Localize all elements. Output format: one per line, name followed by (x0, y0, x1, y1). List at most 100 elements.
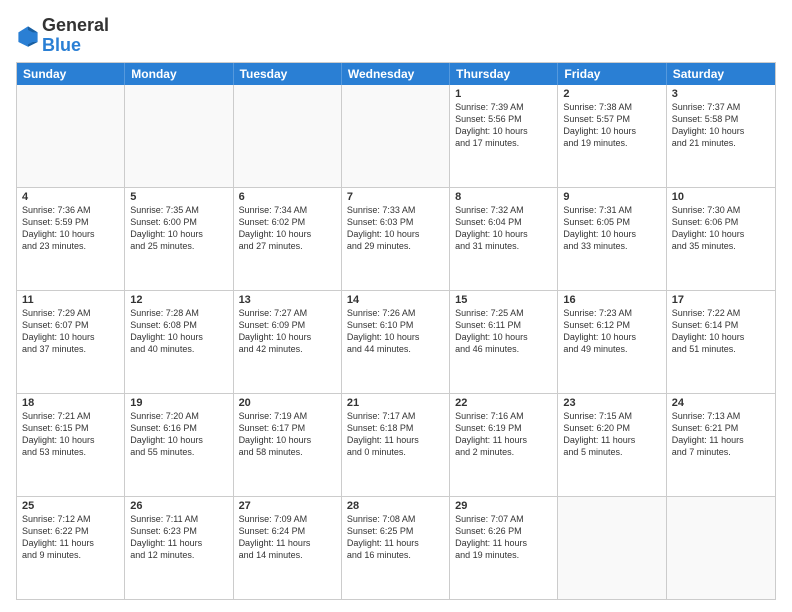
cell-info: Sunrise: 7:09 AM Sunset: 6:24 PM Dayligh… (239, 513, 336, 562)
day-number: 5 (130, 191, 227, 203)
calendar-row-1: 4Sunrise: 7:36 AM Sunset: 5:59 PM Daylig… (17, 188, 775, 291)
day-number: 8 (455, 191, 552, 203)
cell-info: Sunrise: 7:31 AM Sunset: 6:05 PM Dayligh… (563, 204, 660, 253)
cell-info: Sunrise: 7:21 AM Sunset: 6:15 PM Dayligh… (22, 410, 119, 459)
cell-info: Sunrise: 7:26 AM Sunset: 6:10 PM Dayligh… (347, 307, 444, 356)
calendar-row-3: 18Sunrise: 7:21 AM Sunset: 6:15 PM Dayli… (17, 394, 775, 497)
logo: General Blue (16, 16, 109, 56)
cell-info: Sunrise: 7:07 AM Sunset: 6:26 PM Dayligh… (455, 513, 552, 562)
cell-info: Sunrise: 7:37 AM Sunset: 5:58 PM Dayligh… (672, 101, 770, 150)
day-number: 4 (22, 191, 119, 203)
calendar-row-2: 11Sunrise: 7:29 AM Sunset: 6:07 PM Dayli… (17, 291, 775, 394)
cell-info: Sunrise: 7:16 AM Sunset: 6:19 PM Dayligh… (455, 410, 552, 459)
calendar: SundayMondayTuesdayWednesdayThursdayFrid… (16, 62, 776, 600)
calendar-cell: 14Sunrise: 7:26 AM Sunset: 6:10 PM Dayli… (342, 291, 450, 393)
cell-info: Sunrise: 7:32 AM Sunset: 6:04 PM Dayligh… (455, 204, 552, 253)
calendar-cell: 6Sunrise: 7:34 AM Sunset: 6:02 PM Daylig… (234, 188, 342, 290)
calendar-row-4: 25Sunrise: 7:12 AM Sunset: 6:22 PM Dayli… (17, 497, 775, 599)
day-number: 22 (455, 397, 552, 409)
day-number: 10 (672, 191, 770, 203)
day-number: 12 (130, 294, 227, 306)
calendar-cell: 16Sunrise: 7:23 AM Sunset: 6:12 PM Dayli… (558, 291, 666, 393)
cell-info: Sunrise: 7:19 AM Sunset: 6:17 PM Dayligh… (239, 410, 336, 459)
day-header-tuesday: Tuesday (234, 63, 342, 85)
day-number: 6 (239, 191, 336, 203)
calendar-cell: 12Sunrise: 7:28 AM Sunset: 6:08 PM Dayli… (125, 291, 233, 393)
day-number: 29 (455, 500, 552, 512)
cell-info: Sunrise: 7:39 AM Sunset: 5:56 PM Dayligh… (455, 101, 552, 150)
calendar-cell: 8Sunrise: 7:32 AM Sunset: 6:04 PM Daylig… (450, 188, 558, 290)
logo-icon (16, 24, 40, 48)
calendar-cell: 21Sunrise: 7:17 AM Sunset: 6:18 PM Dayli… (342, 394, 450, 496)
cell-info: Sunrise: 7:29 AM Sunset: 6:07 PM Dayligh… (22, 307, 119, 356)
day-number: 1 (455, 88, 552, 100)
calendar-cell (667, 497, 775, 599)
header: General Blue (16, 12, 776, 56)
day-number: 7 (347, 191, 444, 203)
cell-info: Sunrise: 7:30 AM Sunset: 6:06 PM Dayligh… (672, 204, 770, 253)
cell-info: Sunrise: 7:27 AM Sunset: 6:09 PM Dayligh… (239, 307, 336, 356)
cell-info: Sunrise: 7:25 AM Sunset: 6:11 PM Dayligh… (455, 307, 552, 356)
day-number: 16 (563, 294, 660, 306)
calendar-cell: 23Sunrise: 7:15 AM Sunset: 6:20 PM Dayli… (558, 394, 666, 496)
day-number: 27 (239, 500, 336, 512)
calendar-cell: 7Sunrise: 7:33 AM Sunset: 6:03 PM Daylig… (342, 188, 450, 290)
cell-info: Sunrise: 7:36 AM Sunset: 5:59 PM Dayligh… (22, 204, 119, 253)
day-header-monday: Monday (125, 63, 233, 85)
cell-info: Sunrise: 7:35 AM Sunset: 6:00 PM Dayligh… (130, 204, 227, 253)
day-number: 3 (672, 88, 770, 100)
day-number: 11 (22, 294, 119, 306)
calendar-cell: 15Sunrise: 7:25 AM Sunset: 6:11 PM Dayli… (450, 291, 558, 393)
logo-text: General Blue (42, 16, 109, 56)
cell-info: Sunrise: 7:17 AM Sunset: 6:18 PM Dayligh… (347, 410, 444, 459)
day-number: 17 (672, 294, 770, 306)
day-header-wednesday: Wednesday (342, 63, 450, 85)
calendar-cell (234, 85, 342, 187)
calendar-cell: 25Sunrise: 7:12 AM Sunset: 6:22 PM Dayli… (17, 497, 125, 599)
cell-info: Sunrise: 7:12 AM Sunset: 6:22 PM Dayligh… (22, 513, 119, 562)
cell-info: Sunrise: 7:08 AM Sunset: 6:25 PM Dayligh… (347, 513, 444, 562)
calendar-cell (558, 497, 666, 599)
calendar-cell: 28Sunrise: 7:08 AM Sunset: 6:25 PM Dayli… (342, 497, 450, 599)
cell-info: Sunrise: 7:34 AM Sunset: 6:02 PM Dayligh… (239, 204, 336, 253)
calendar-cell: 24Sunrise: 7:13 AM Sunset: 6:21 PM Dayli… (667, 394, 775, 496)
cell-info: Sunrise: 7:15 AM Sunset: 6:20 PM Dayligh… (563, 410, 660, 459)
day-number: 2 (563, 88, 660, 100)
day-number: 19 (130, 397, 227, 409)
day-header-sunday: Sunday (17, 63, 125, 85)
calendar-cell: 11Sunrise: 7:29 AM Sunset: 6:07 PM Dayli… (17, 291, 125, 393)
cell-info: Sunrise: 7:20 AM Sunset: 6:16 PM Dayligh… (130, 410, 227, 459)
day-number: 13 (239, 294, 336, 306)
day-number: 20 (239, 397, 336, 409)
calendar-cell: 9Sunrise: 7:31 AM Sunset: 6:05 PM Daylig… (558, 188, 666, 290)
calendar-cell: 27Sunrise: 7:09 AM Sunset: 6:24 PM Dayli… (234, 497, 342, 599)
calendar-cell: 26Sunrise: 7:11 AM Sunset: 6:23 PM Dayli… (125, 497, 233, 599)
calendar-cell: 3Sunrise: 7:37 AM Sunset: 5:58 PM Daylig… (667, 85, 775, 187)
calendar-cell: 4Sunrise: 7:36 AM Sunset: 5:59 PM Daylig… (17, 188, 125, 290)
cell-info: Sunrise: 7:23 AM Sunset: 6:12 PM Dayligh… (563, 307, 660, 356)
day-number: 21 (347, 397, 444, 409)
calendar-cell: 19Sunrise: 7:20 AM Sunset: 6:16 PM Dayli… (125, 394, 233, 496)
day-number: 18 (22, 397, 119, 409)
calendar-cell: 18Sunrise: 7:21 AM Sunset: 6:15 PM Dayli… (17, 394, 125, 496)
day-header-friday: Friday (558, 63, 666, 85)
calendar-cell: 5Sunrise: 7:35 AM Sunset: 6:00 PM Daylig… (125, 188, 233, 290)
calendar-cell (17, 85, 125, 187)
calendar-cell: 29Sunrise: 7:07 AM Sunset: 6:26 PM Dayli… (450, 497, 558, 599)
day-header-thursday: Thursday (450, 63, 558, 85)
day-number: 23 (563, 397, 660, 409)
calendar-cell: 10Sunrise: 7:30 AM Sunset: 6:06 PM Dayli… (667, 188, 775, 290)
calendar-cell: 17Sunrise: 7:22 AM Sunset: 6:14 PM Dayli… (667, 291, 775, 393)
calendar-cell: 20Sunrise: 7:19 AM Sunset: 6:17 PM Dayli… (234, 394, 342, 496)
cell-info: Sunrise: 7:11 AM Sunset: 6:23 PM Dayligh… (130, 513, 227, 562)
calendar-cell (342, 85, 450, 187)
cell-info: Sunrise: 7:38 AM Sunset: 5:57 PM Dayligh… (563, 101, 660, 150)
cell-info: Sunrise: 7:13 AM Sunset: 6:21 PM Dayligh… (672, 410, 770, 459)
cell-info: Sunrise: 7:28 AM Sunset: 6:08 PM Dayligh… (130, 307, 227, 356)
calendar-cell: 1Sunrise: 7:39 AM Sunset: 5:56 PM Daylig… (450, 85, 558, 187)
calendar-cell: 13Sunrise: 7:27 AM Sunset: 6:09 PM Dayli… (234, 291, 342, 393)
cell-info: Sunrise: 7:33 AM Sunset: 6:03 PM Dayligh… (347, 204, 444, 253)
day-number: 14 (347, 294, 444, 306)
day-number: 26 (130, 500, 227, 512)
calendar-header: SundayMondayTuesdayWednesdayThursdayFrid… (17, 63, 775, 85)
